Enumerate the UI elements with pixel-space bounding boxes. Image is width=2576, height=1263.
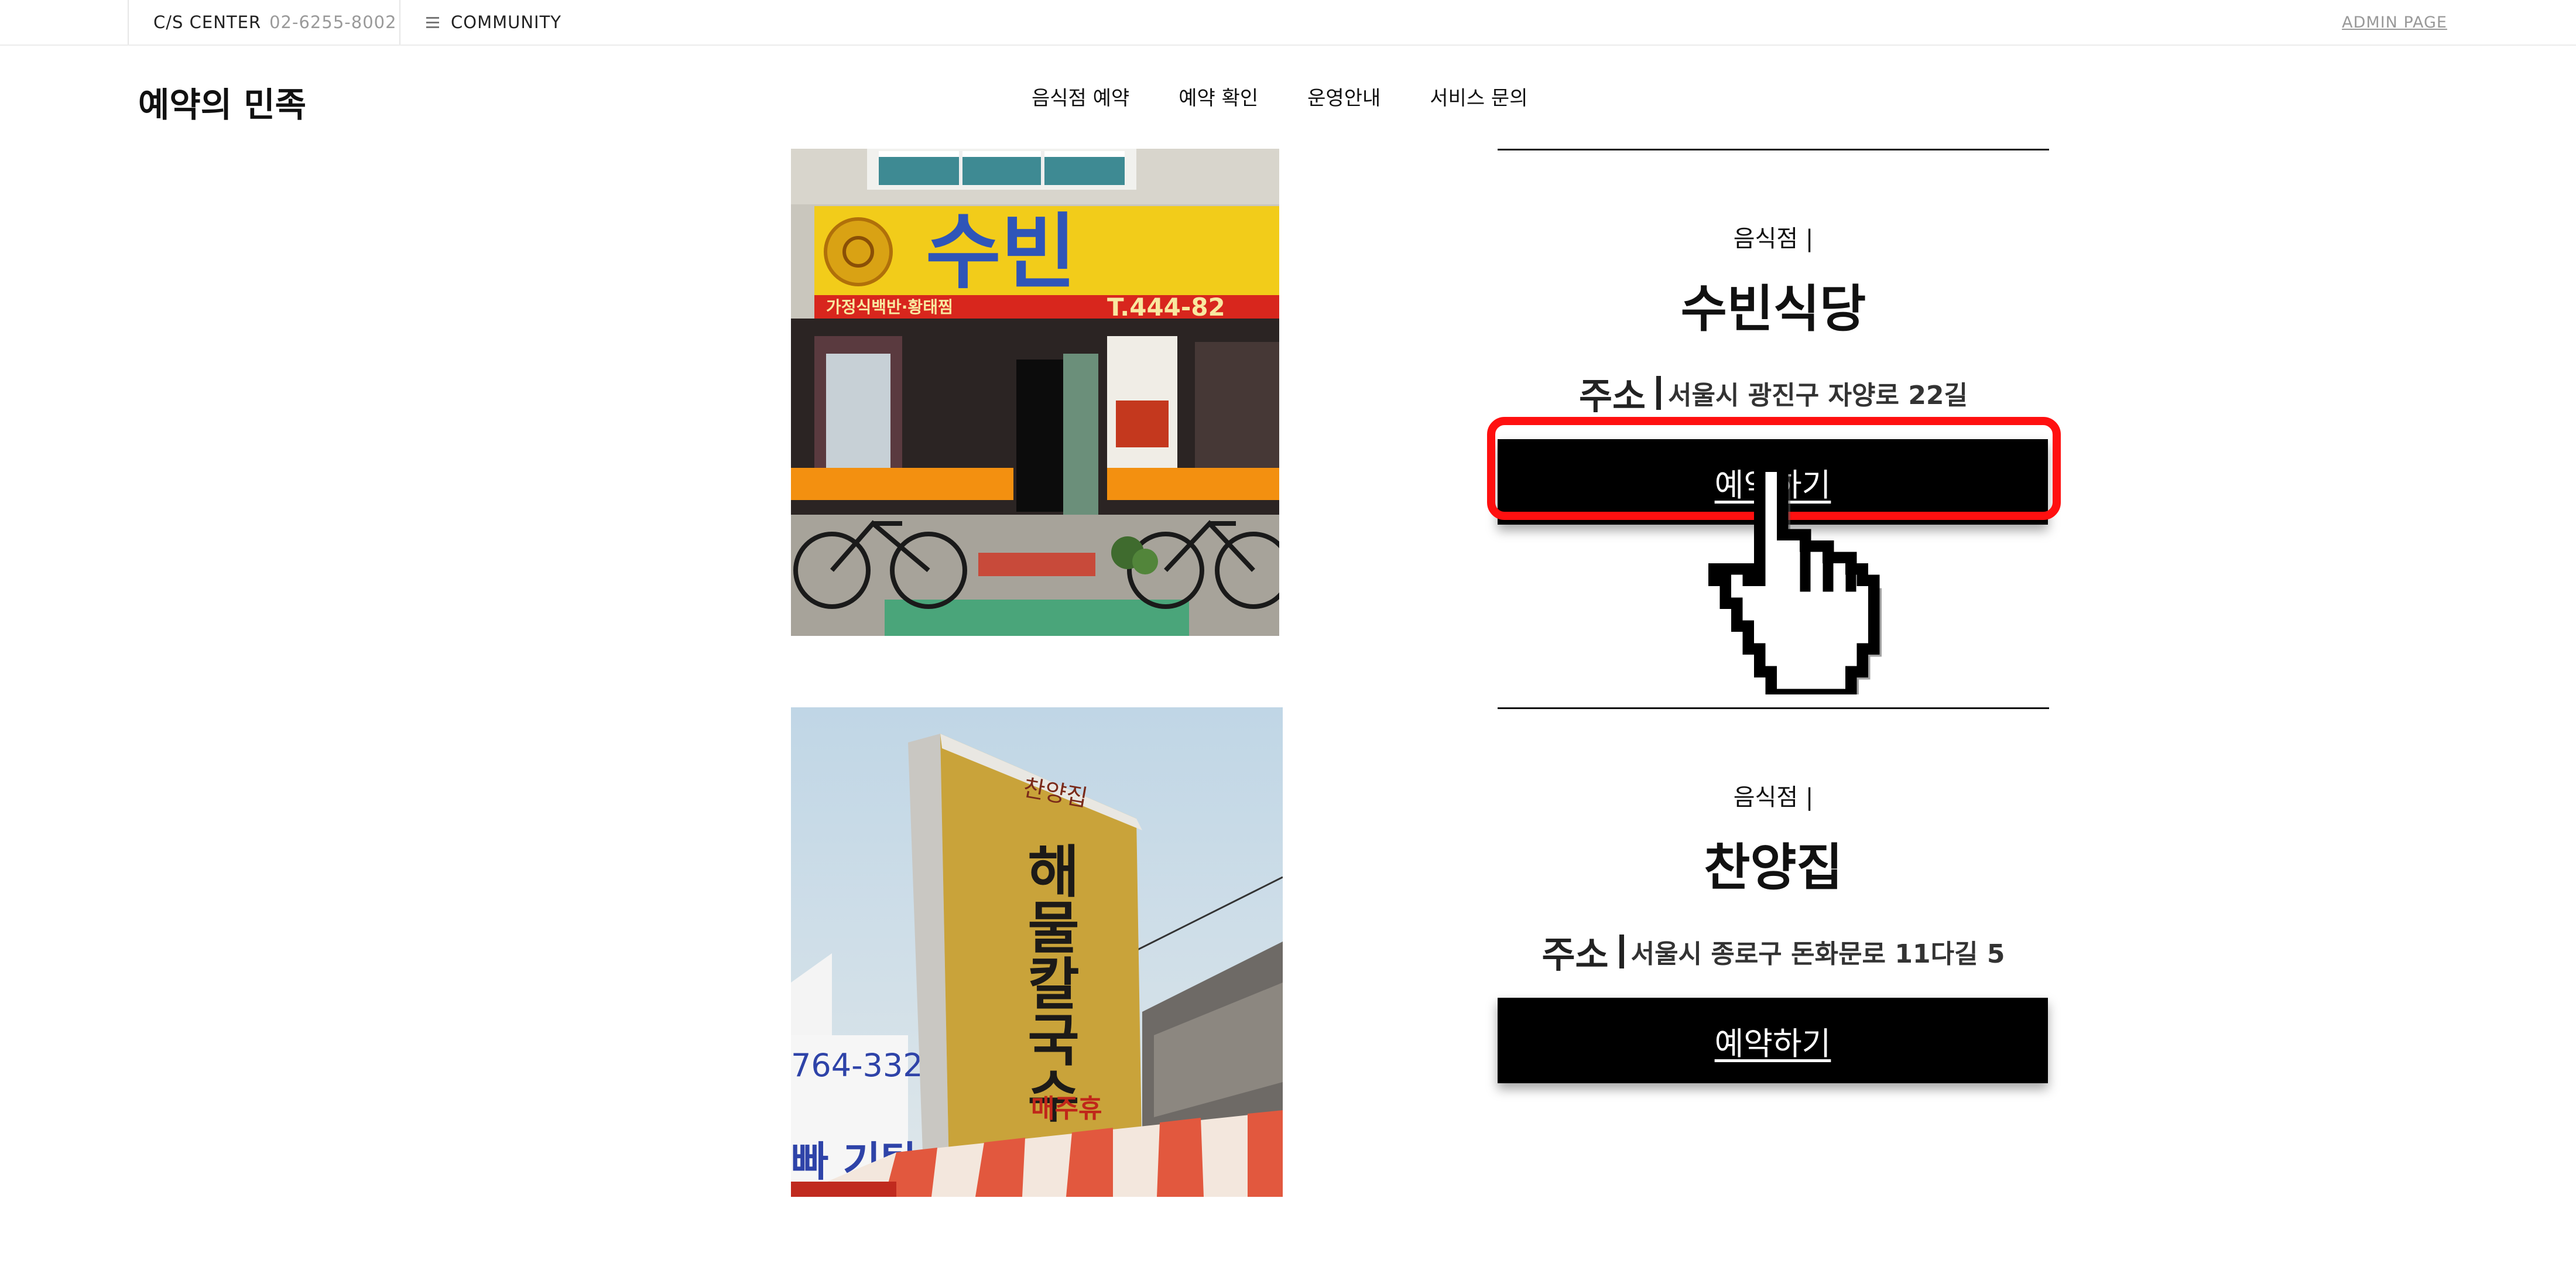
cs-center: C/S CENTER 02-6255-8002 — [153, 0, 397, 45]
photo-sign-main: 해물칼국수 — [1016, 842, 1081, 1123]
restaurant-category: 음식점 | — [1733, 784, 1814, 811]
restaurant-card-chanyang: 음식점 | 찬양집 주소 서울시 종로구 돈화문로 11다길 5 예약하기 — [1498, 707, 2049, 1083]
admin-page-link[interactable]: ADMIN PAGE — [2342, 0, 2447, 45]
nav-restaurant-reservation[interactable]: 음식점 예약 — [1032, 82, 1129, 111]
photo-sign-bottom: 매주휴 — [1031, 1094, 1102, 1124]
photo-sign-text: 수빈 — [926, 205, 1077, 300]
reserve-button[interactable]: 예약하기 — [1498, 998, 2048, 1083]
community-link[interactable]: COMMUNITY — [426, 0, 561, 45]
address-label: 주소 — [1578, 375, 1646, 417]
cs-center-label: C/S CENTER — [153, 12, 262, 32]
address-text: 서울시 광진구 자양로 22길 — [1668, 381, 1968, 410]
restaurant-name: 수빈식당 — [1680, 280, 1866, 338]
restaurant-category: 음식점 | — [1733, 225, 1814, 252]
community-label: COMMUNITY — [451, 12, 562, 32]
restaurant-photo-chanyang: 764-332 빠 기탕 찬양집 해물칼국수 매주휴 — [791, 707, 1283, 1197]
address-text: 서울시 종로구 돈화문로 11다길 5 — [1630, 939, 2005, 969]
divider — [1498, 149, 2049, 150]
cs-phone: 02-6255-8002 — [269, 12, 397, 32]
divider — [1498, 707, 2049, 709]
address-separator — [1656, 376, 1662, 410]
restaurant-photo-subin: 수빈 가정식백반·황태찜 T.444-82 — [791, 149, 1279, 636]
topbar-divider — [128, 0, 129, 45]
hamburger-icon — [426, 14, 439, 31]
nav-reservation-check[interactable]: 예약 확인 — [1179, 82, 1258, 111]
photo-phone-text: T.444-82 — [1107, 293, 1225, 321]
restaurant-address: 주소 서울시 광진구 자양로 22길 — [1498, 367, 2049, 419]
photo-side-number: 764-332 — [791, 1047, 923, 1084]
restaurant-name: 찬양집 — [1704, 838, 1843, 897]
topbar-divider — [399, 0, 400, 45]
address-label: 주소 — [1542, 933, 1609, 976]
main-nav: 음식점 예약 예약 확인 운영안내 서비스 문의 — [1032, 82, 1528, 111]
nav-operation-guide[interactable]: 운영안내 — [1307, 82, 1381, 111]
hand-pointer-icon — [1700, 460, 1888, 703]
address-separator — [1619, 935, 1624, 968]
site-logo[interactable]: 예약의 민족 — [138, 77, 306, 126]
photo-subsign-text: 가정식백반·황태찜 — [826, 297, 953, 317]
top-utility-bar: C/S CENTER 02-6255-8002 COMMUNITY ADMIN … — [0, 0, 2576, 46]
nav-service-inquiry[interactable]: 서비스 문의 — [1430, 82, 1527, 111]
restaurant-address: 주소 서울시 종로구 돈화문로 11다길 5 — [1498, 925, 2049, 978]
